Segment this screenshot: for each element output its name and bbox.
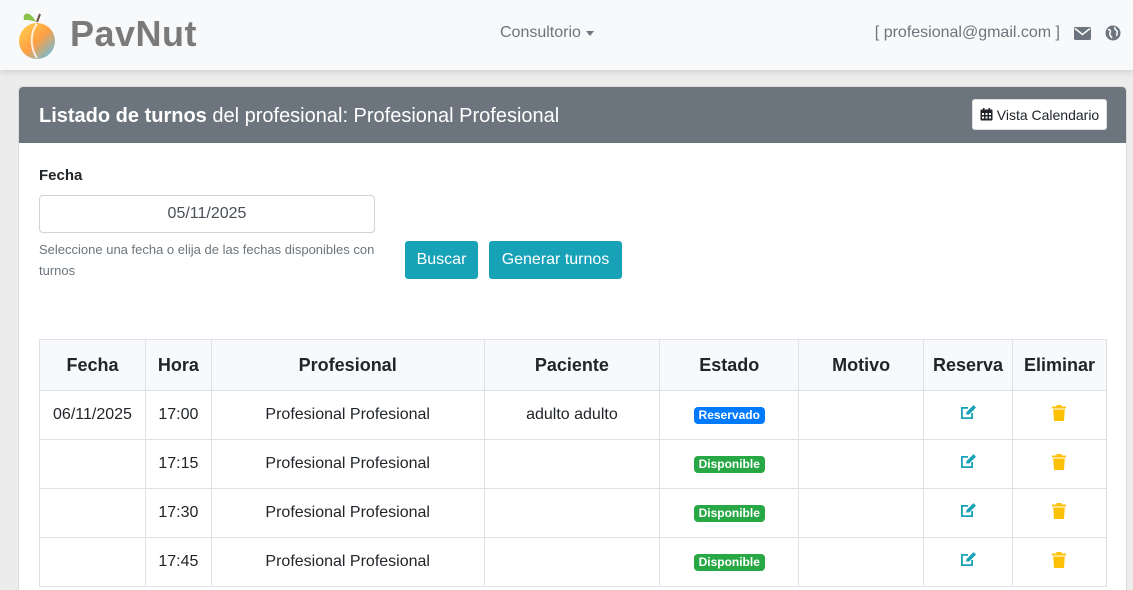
- cell-profesional: Profesional Profesional: [210, 390, 485, 440]
- cell-estado: Disponible: [659, 537, 800, 587]
- trash-icon[interactable]: [1052, 502, 1067, 519]
- table-row: 17:30 Profesional Profesional Disponible: [39, 488, 1108, 538]
- cell-hora: 17:30: [144, 488, 212, 538]
- cell-profesional: Profesional Profesional: [210, 439, 485, 489]
- cell-reserva: [923, 390, 1013, 440]
- turnos-table: Fecha Hora Profesional Paciente Estado M…: [39, 339, 1108, 587]
- cell-paciente: [483, 488, 661, 538]
- cell-profesional: Profesional Profesional: [210, 537, 485, 587]
- status-badge: Disponible: [693, 505, 765, 522]
- envelope-icon[interactable]: [1074, 26, 1091, 40]
- cell-profesional: Profesional Profesional: [210, 488, 485, 538]
- header-profesional: Profesional: [210, 339, 485, 391]
- card-title-bold: Listado de turnos: [39, 105, 207, 127]
- turnos-card: Listado de turnos del profesional: Profe…: [18, 86, 1127, 590]
- header-paciente: Paciente: [483, 339, 661, 391]
- navbar: PavNut Consultorio [ profesional@gmail.c…: [0, 0, 1133, 70]
- generate-turnos-button[interactable]: Generar turnos: [489, 241, 622, 279]
- cell-eliminar: [1011, 390, 1108, 440]
- cell-motivo: [798, 488, 925, 538]
- calendar-view-button[interactable]: Vista Calendario: [972, 99, 1107, 130]
- cell-paciente: [483, 439, 661, 489]
- date-label: Fecha: [39, 167, 83, 184]
- cell-estado: Reservado: [659, 390, 800, 440]
- user-area: [ profesional@gmail.com ]: [875, 24, 1121, 42]
- trash-icon[interactable]: [1052, 404, 1067, 421]
- edit-icon[interactable]: [959, 453, 978, 470]
- calendar-icon: [980, 108, 993, 121]
- cell-hora: 17:00: [144, 390, 212, 440]
- header-hora: Hora: [144, 339, 212, 391]
- cell-reserva: [923, 537, 1013, 587]
- cell-estado: Disponible: [659, 439, 800, 489]
- cell-motivo: [798, 537, 925, 587]
- trash-icon[interactable]: [1052, 551, 1067, 568]
- cell-reserva: [923, 439, 1013, 489]
- cell-eliminar: [1011, 439, 1108, 489]
- user-email[interactable]: [ profesional@gmail.com ]: [875, 24, 1060, 42]
- cell-estado: Disponible: [659, 488, 800, 538]
- card-title: Listado de turnos del profesional: Profe…: [39, 105, 559, 128]
- status-badge: Disponible: [693, 554, 765, 571]
- cell-fecha: [39, 537, 146, 587]
- edit-icon[interactable]: [959, 404, 978, 421]
- header-motivo: Motivo: [798, 339, 925, 391]
- consultorio-dropdown[interactable]: Consultorio: [500, 24, 594, 42]
- cell-paciente: adulto adulto: [483, 390, 661, 440]
- trash-icon[interactable]: [1052, 453, 1067, 470]
- cell-hora: 17:15: [144, 439, 212, 489]
- search-button[interactable]: Buscar: [405, 241, 478, 279]
- table-header-row: Fecha Hora Profesional Paciente Estado M…: [39, 339, 1108, 391]
- table-row: 17:45 Profesional Profesional Disponible: [39, 537, 1108, 587]
- cell-eliminar: [1011, 488, 1108, 538]
- cell-paciente: [483, 537, 661, 587]
- globe-icon[interactable]: [1105, 25, 1121, 41]
- brand-name: PavNut: [70, 13, 198, 54]
- header-eliminar: Eliminar: [1011, 339, 1108, 391]
- consultorio-label: Consultorio: [500, 24, 581, 41]
- cell-fecha: [39, 439, 146, 489]
- cell-eliminar: [1011, 537, 1108, 587]
- brand[interactable]: PavNut: [16, 8, 197, 60]
- peach-logo-icon: [19, 13, 55, 59]
- cell-motivo: [798, 439, 925, 489]
- cell-fecha: 06/11/2025: [39, 390, 146, 440]
- edit-icon[interactable]: [959, 551, 978, 568]
- cell-motivo: [798, 390, 925, 440]
- header-reserva: Reserva: [923, 339, 1013, 391]
- cell-hora: 17:45: [144, 537, 212, 587]
- header-fecha: Fecha: [39, 339, 146, 391]
- caret-down-icon: [585, 30, 594, 36]
- date-help-text: Seleccione una fecha o elija de las fech…: [39, 242, 375, 278]
- status-badge: Reservado: [693, 407, 765, 424]
- table-row: 17:15 Profesional Profesional Disponible: [39, 439, 1108, 489]
- status-badge: Disponible: [693, 456, 765, 473]
- date-input[interactable]: [39, 195, 375, 233]
- cell-reserva: [923, 488, 1013, 538]
- header-estado: Estado: [659, 339, 800, 391]
- edit-icon[interactable]: [959, 502, 978, 519]
- card-header: Listado de turnos del profesional: Profe…: [19, 87, 1126, 143]
- calendar-view-label: Vista Calendario: [996, 106, 1100, 123]
- table-row: 06/11/2025 17:00 Profesional Profesional…: [39, 390, 1108, 440]
- cell-fecha: [39, 488, 146, 538]
- card-title-rest: del profesional: Profesional Profesional: [206, 105, 560, 127]
